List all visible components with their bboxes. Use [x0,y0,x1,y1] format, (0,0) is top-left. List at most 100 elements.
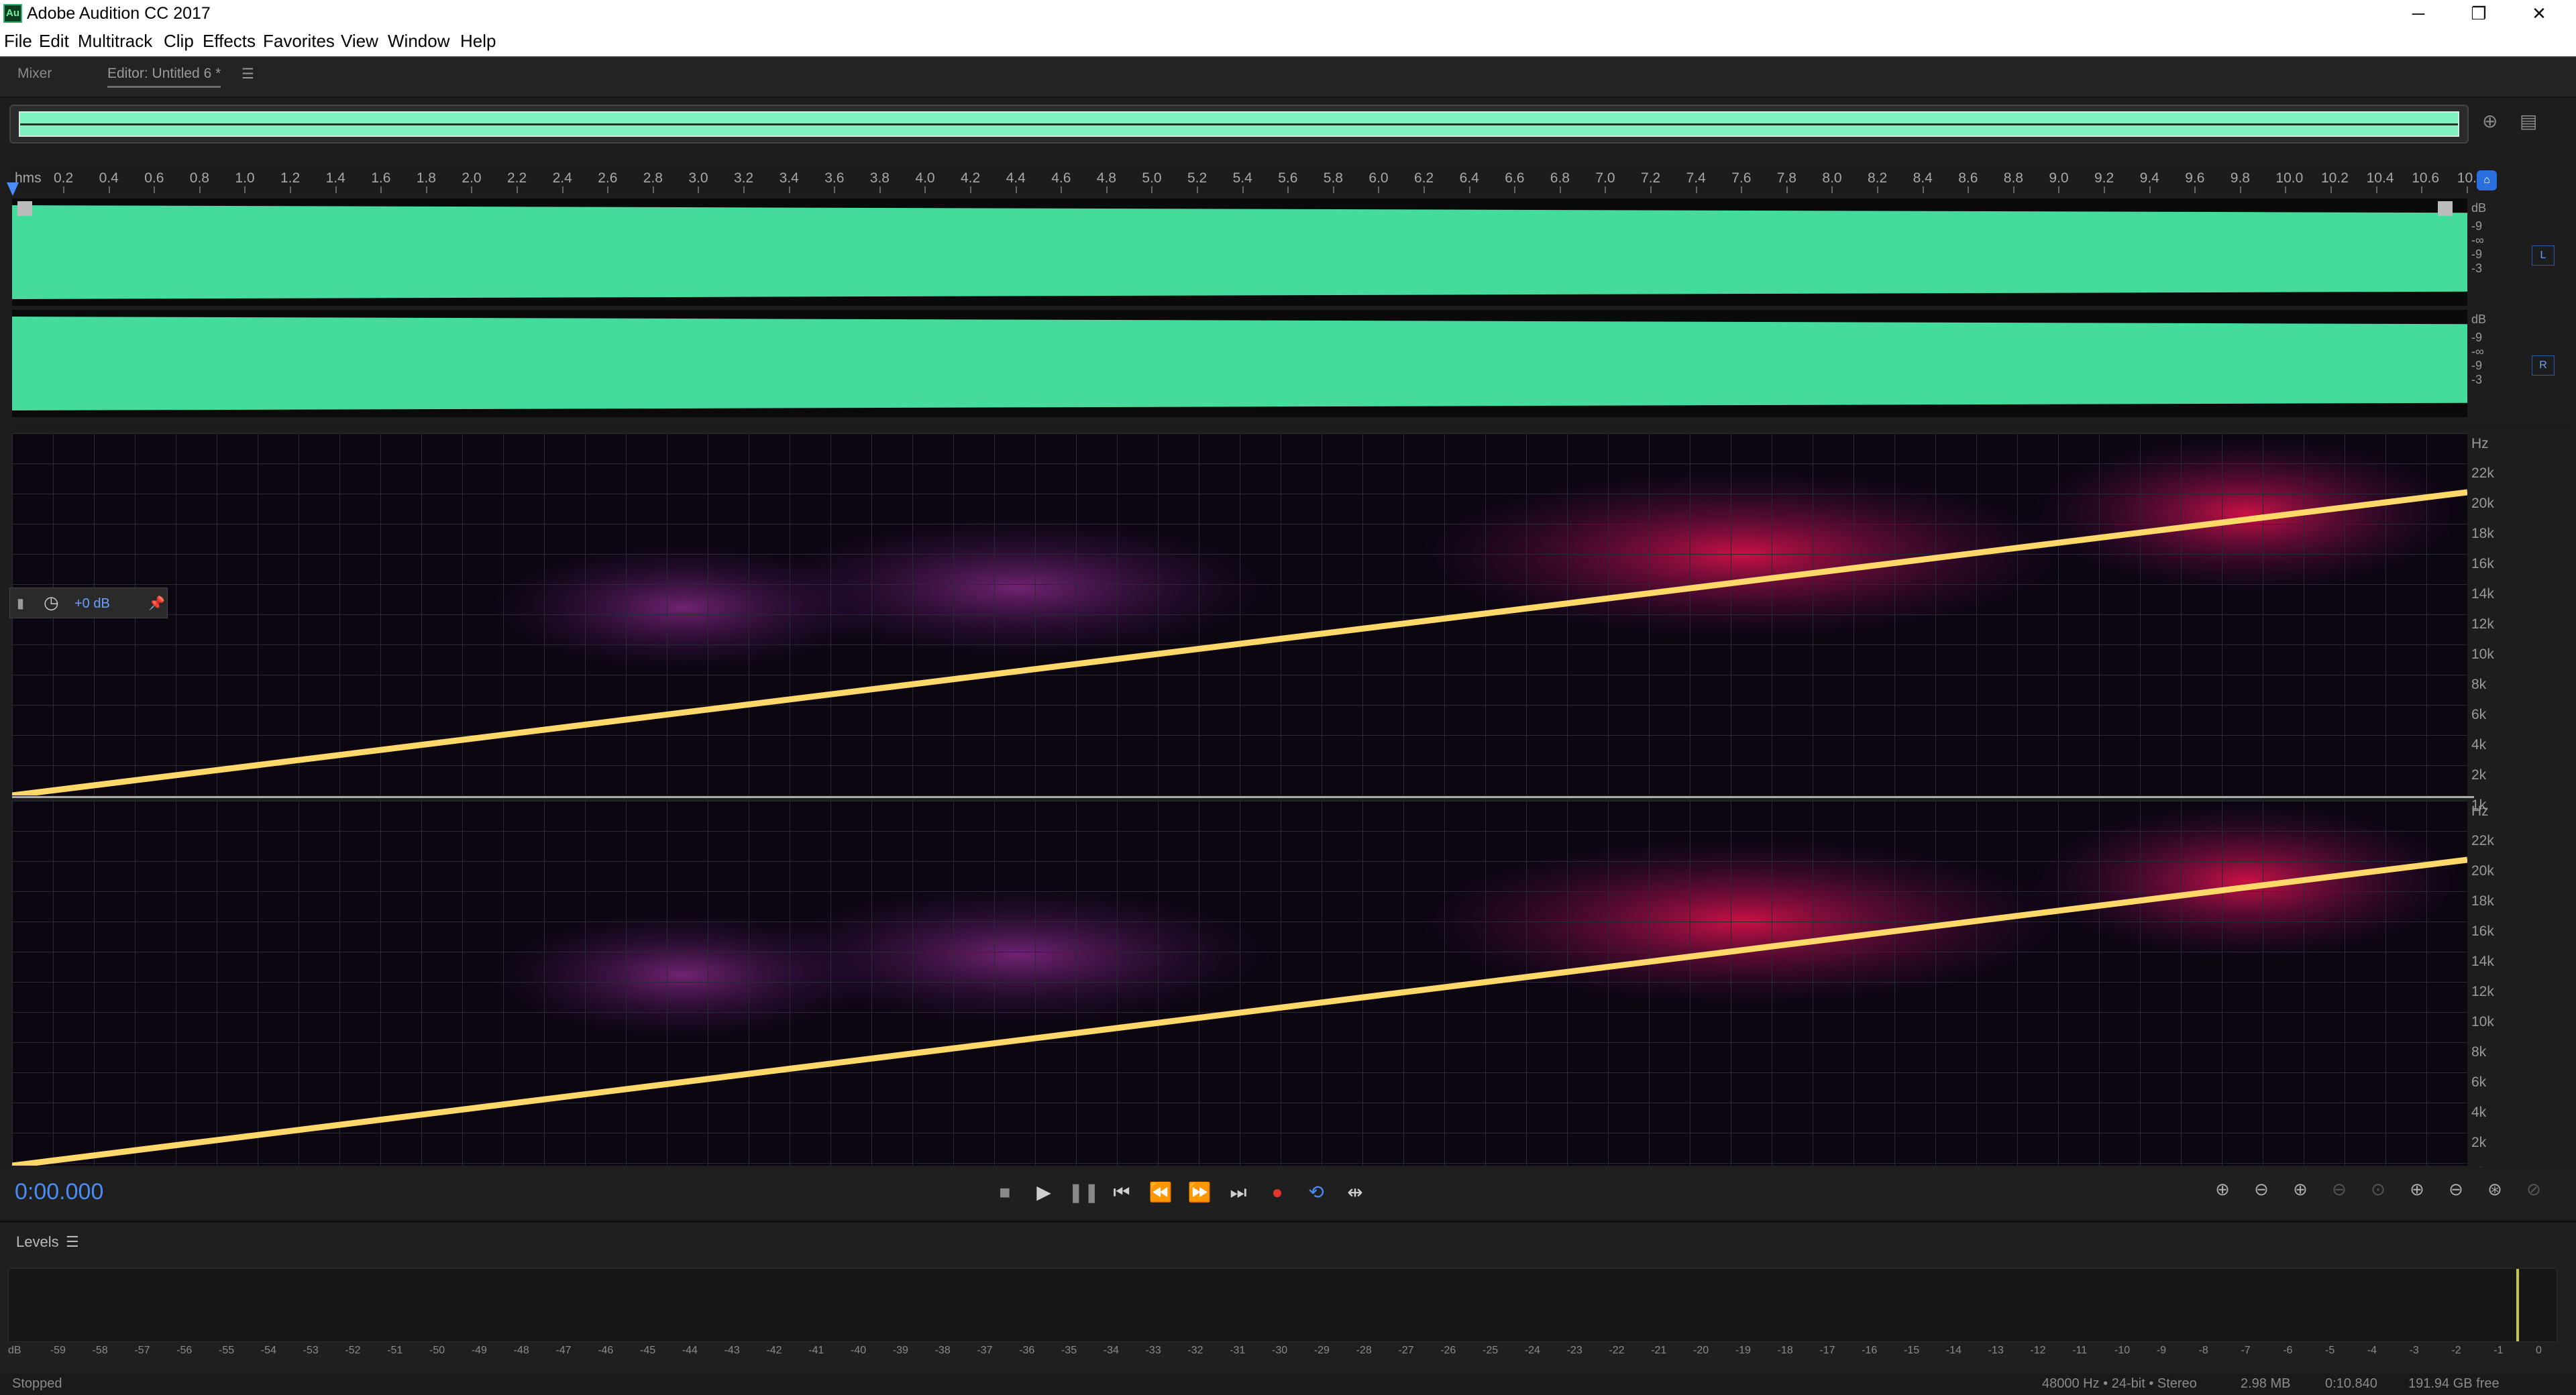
stop-button[interactable]: ■ [990,1178,1020,1207]
ruler-tick [2285,186,2287,193]
hz-tick: 20k [2471,863,2494,879]
ruler-label: 2.0 [462,170,482,186]
meter-scale-label: -48 [513,1345,529,1356]
ruler-tick [2012,186,2015,193]
zoom-time-icon[interactable]: ⊕ [2482,110,2498,132]
ruler-tick [2375,186,2377,193]
ruler-tick [1741,186,1743,193]
record-button[interactable]: ● [1263,1178,1292,1207]
waveform-right-channel[interactable] [12,310,2467,417]
spectrogram-left[interactable] [12,433,2467,795]
hud-gain-value[interactable]: +0 dB [74,596,110,612]
meter-scale-label: -32 [1187,1345,1203,1356]
loop-playback-button[interactable]: ⟲ [1301,1178,1331,1207]
zoom-out-point-icon[interactable]: ⊖ [2439,1179,2473,1206]
zoom-out-amplitude-icon[interactable]: ⊖ [2245,1179,2278,1206]
zoom-reset-icon[interactable]: ⊘ [2517,1179,2551,1206]
ruler-tick [471,186,473,193]
skip-selection-button[interactable]: ⇹ [1340,1178,1370,1207]
panel-list-icon[interactable]: ▤ [2520,110,2537,132]
menu-file[interactable]: File [4,31,32,52]
meter-scale-label: -54 [260,1345,276,1356]
time-ruler[interactable]: hms 0.2 0.4 0.6 0.8 1.0 1.2 1.4 1.6 1.8 2.0 2.2 2.4… [12,168,2477,193]
ruler-tick [335,186,337,193]
menu-multitrack[interactable]: Multitrack [78,31,152,52]
ruler-tick [2058,186,2060,193]
close-button[interactable]: ✕ [2509,0,2569,28]
ruler-label: 8.6 [1958,170,1978,186]
menu-help[interactable]: Help [460,31,496,52]
hz-scale-left: Hz 22k 20k 18k 16k 14k 12k 10k 8k 6k 4k 2k 1k [2471,436,2518,814]
db-tick: -9 [2471,359,2483,372]
ruler-label: 3.4 [779,170,799,186]
meter-scale-label: -13 [1988,1345,2004,1356]
meter-scale-label: -5 [2325,1345,2335,1356]
volume-knob-icon[interactable]: ◷ [44,592,59,613]
meter-scale-label: -14 [1945,1345,1962,1356]
hz-tick: 16k [2471,556,2494,571]
ruler-label: 3.6 [824,170,845,186]
ruler-label: 1.2 [280,170,301,186]
hz-tick: 4k [2471,1105,2487,1120]
channel-separator [12,796,2474,798]
menu-clip[interactable]: Clip [164,31,194,52]
disk-free: 191.94 GB free [2408,1376,2500,1391]
fast-forward-button[interactable]: ⏩ [1185,1178,1214,1207]
ruler-tick [561,186,564,193]
db-tick: -3 [2471,262,2483,275]
fade-out-handle-icon[interactable] [2438,201,2453,216]
meter-scale-label: -16 [1862,1345,1878,1356]
menu-effects[interactable]: Effects [203,31,256,52]
zoom-full-icon[interactable]: ⊙ [2361,1179,2395,1206]
zoom-in-time-icon[interactable]: ⊕ [2284,1179,2317,1206]
meter-scale-label: -23 [1566,1345,1582,1356]
hz-tick: 8k [2471,677,2487,692]
snap-toggle-button[interactable]: ⌂ [2477,170,2497,190]
levels-menu-icon[interactable]: ☰ [66,1233,79,1251]
ruler-label: 3.2 [734,170,754,186]
rewind-button[interactable]: ⏪ [1146,1178,1175,1207]
spectrogram-right[interactable] [12,801,2467,1166]
hz-tick: 22k [2471,833,2494,848]
ruler-unit: hms [15,170,42,186]
pin-icon[interactable]: 📌 [148,595,165,612]
current-time-display[interactable]: 0:00.000 [15,1179,103,1205]
meter-scale-label: -11 [2072,1345,2088,1356]
db-tick: -9 [2471,247,2483,261]
ruler-tick [517,186,518,193]
go-to-start-button[interactable]: ⏮ [1107,1178,1136,1207]
meter-scale-label: dB [8,1345,21,1356]
menu-window[interactable]: Window [388,31,449,52]
meter-scale-label: -21 [1651,1345,1667,1356]
ruler-label: 6.8 [1550,170,1570,186]
waveform-left-channel[interactable] [12,199,2467,306]
meter-scale-label: -1 [2493,1345,2504,1356]
tab-mixer[interactable]: Mixer [17,66,52,82]
restore-button[interactable]: ❐ [2449,0,2509,28]
ruler-label: 1.6 [371,170,391,186]
meter-scale-label: -35 [1061,1345,1077,1356]
fade-in-handle-icon[interactable] [17,201,32,216]
ruler-label: 10.4 [2366,170,2394,186]
zoom-in-point-icon[interactable]: ⊕ [2400,1179,2434,1206]
overview-navigator[interactable] [9,105,2469,144]
level-meter-scale: dB -59 -58 -57 -56 -55 -54 -53 -52 -51 -50 -49 -48 -4… [8,1345,2557,1365]
view-divider[interactable] [12,421,2575,431]
menu-edit[interactable]: Edit [39,31,69,52]
menu-favorites[interactable]: Favorites [263,31,335,52]
channel-right-toggle[interactable]: R [2532,355,2555,376]
pause-button[interactable]: ❚❚ [1068,1178,1099,1207]
menu-view[interactable]: View [341,31,378,52]
zoom-selection-icon[interactable]: ⊛ [2478,1179,2512,1206]
hud-gain-control[interactable]: ▮ ◷ +0 dB 📌 [9,588,168,618]
channel-left-toggle[interactable]: L [2532,245,2555,266]
tab-editor[interactable]: Editor: Untitled 6 * [107,66,221,88]
meter-scale-label: -12 [2030,1345,2046,1356]
zoom-in-amplitude-icon[interactable]: ⊕ [2206,1179,2239,1206]
tab-menu-icon[interactable]: ☰ [241,66,254,82]
go-to-end-button[interactable]: ⏭ [1224,1178,1253,1207]
minimize-button[interactable]: ─ [2388,0,2449,28]
play-button[interactable]: ▶ [1029,1178,1059,1207]
zoom-out-time-icon[interactable]: ⊖ [2322,1179,2356,1206]
db-tick: -∞ [2471,233,2484,247]
